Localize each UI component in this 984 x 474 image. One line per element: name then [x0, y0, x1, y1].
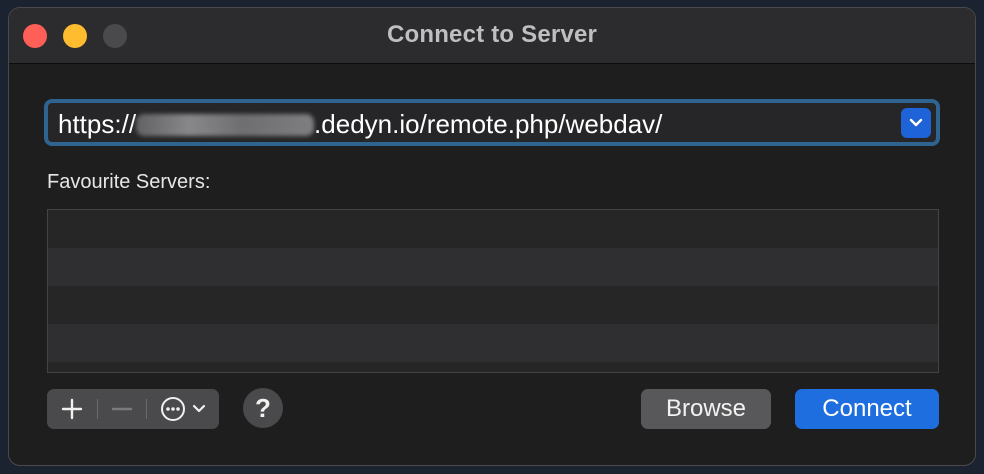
minus-icon: [111, 407, 133, 411]
browse-button[interactable]: Browse: [641, 389, 771, 429]
help-button[interactable]: ?: [243, 388, 283, 428]
ellipsis-circle-icon: [161, 397, 185, 421]
list-item[interactable]: [48, 210, 938, 248]
window-title: Connect to Server: [386, 21, 598, 48]
chevron-down-icon: [192, 404, 206, 413]
remove-favourite-button[interactable]: [98, 389, 146, 429]
plus-icon: [61, 398, 83, 420]
connect-button[interactable]: Connect: [795, 389, 939, 429]
list-item[interactable]: [48, 324, 938, 362]
connect-to-server-window: Connect to Server https:// .dedyn.io/remo…: [8, 7, 976, 466]
title-bar: Connect to Server: [9, 8, 975, 64]
server-address-input[interactable]: https:// .dedyn.io/remote.php/webdav/: [58, 109, 662, 140]
redacted-hostname: [136, 114, 315, 136]
list-item[interactable]: [48, 286, 938, 324]
chevron-down-icon: [909, 118, 923, 127]
server-address-combobox[interactable]: https:// .dedyn.io/remote.php/webdav/: [44, 99, 940, 146]
address-prefix: https://: [58, 109, 137, 139]
more-options-menu-button[interactable]: [147, 389, 219, 429]
favourites-segmented-control: [47, 389, 219, 429]
favourite-servers-label: Favourite Servers:: [47, 171, 211, 193]
add-favourite-button[interactable]: [47, 389, 97, 429]
address-suffix: .dedyn.io/remote.php/webdav/: [314, 109, 663, 139]
favourite-servers-list[interactable]: [47, 209, 939, 373]
list-item[interactable]: [48, 248, 938, 286]
recent-servers-dropdown-button[interactable]: [901, 108, 931, 138]
